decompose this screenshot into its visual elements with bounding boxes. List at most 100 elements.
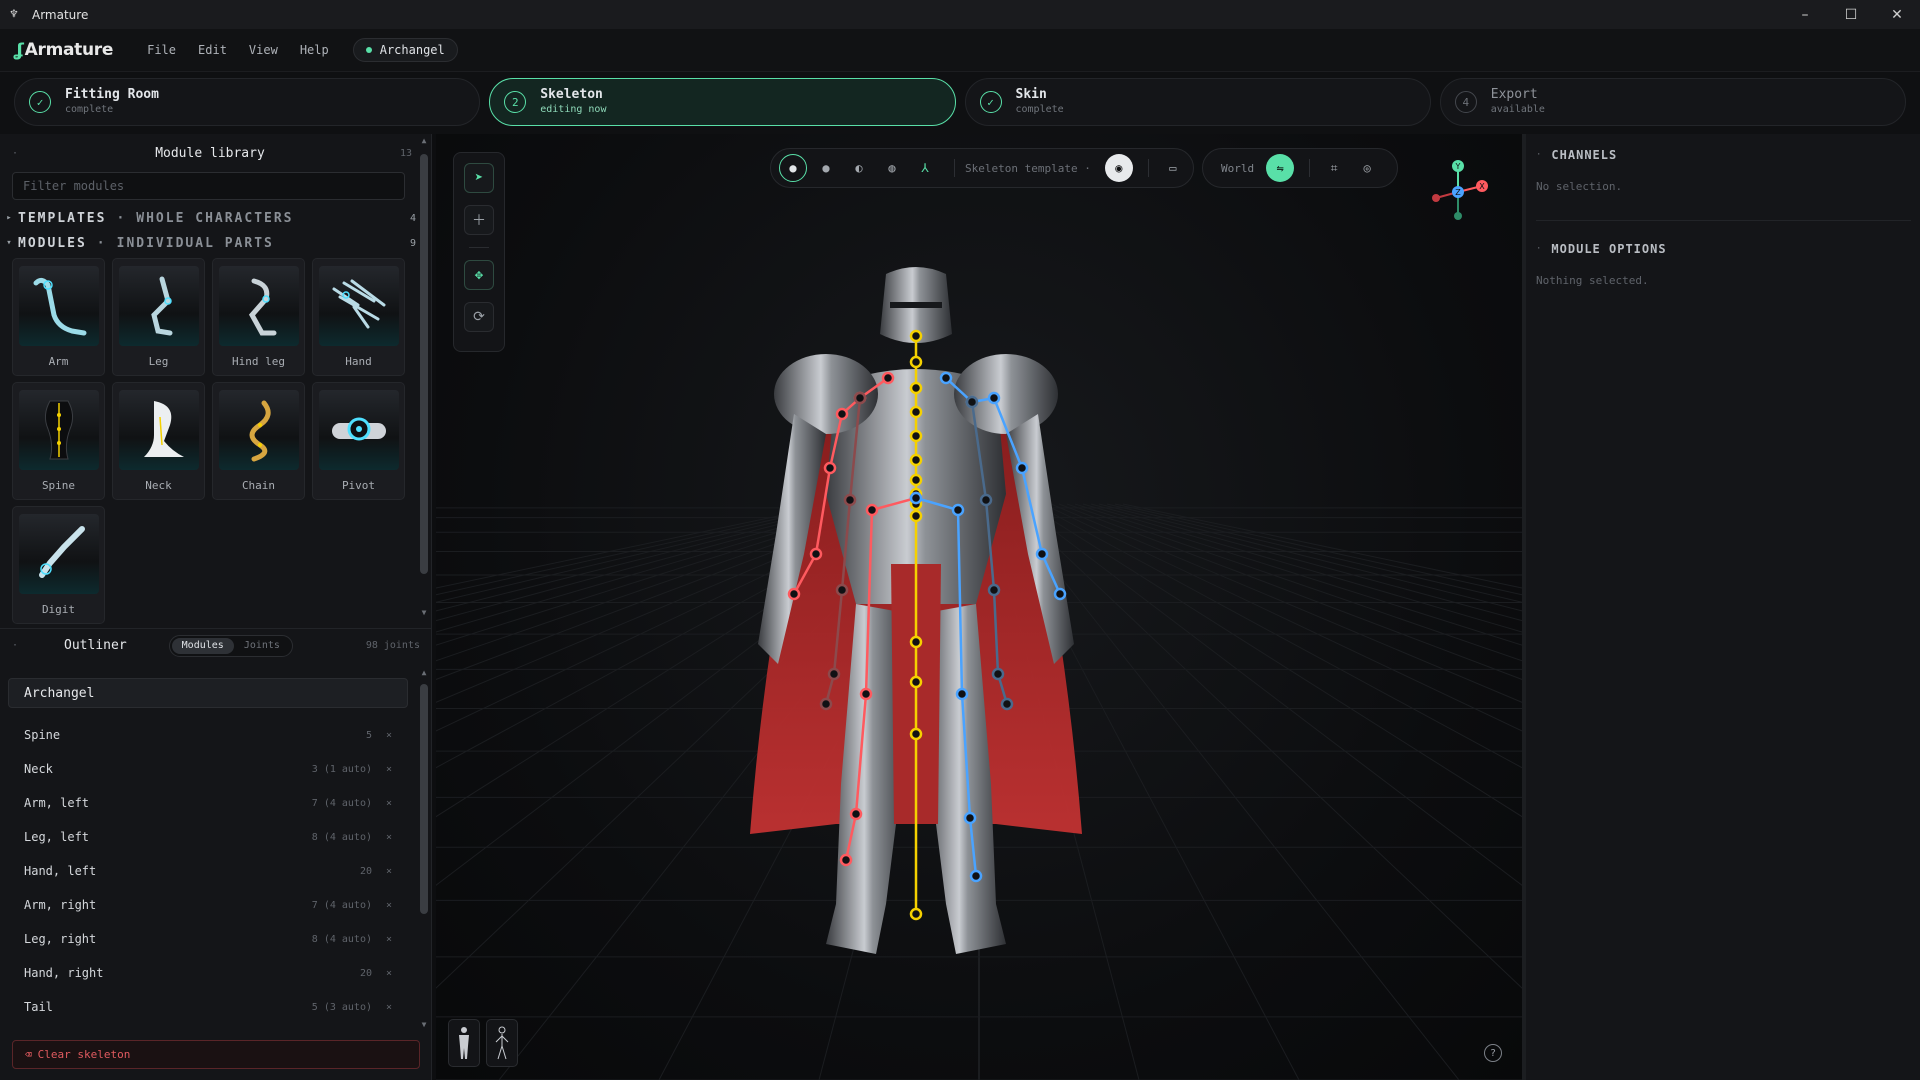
channels-header[interactable]: · CHANNELS: [1536, 148, 1911, 162]
module-tile-chain[interactable]: Chain: [212, 382, 305, 500]
module-tile-leg[interactable]: Leg: [112, 258, 205, 376]
pose-t-icon[interactable]: [448, 1019, 480, 1067]
module-tile-pivot[interactable]: Pivot: [312, 382, 405, 500]
joint-handle[interactable]: [835, 407, 849, 421]
module-tile-neck[interactable]: Neck: [112, 382, 205, 500]
wireframe-mode-icon[interactable]: ◍: [878, 154, 906, 182]
solid-mode-icon[interactable]: ●: [812, 154, 840, 182]
visibility-eye-icon[interactable]: ◉: [1104, 154, 1133, 182]
joint-handle[interactable]: [823, 461, 837, 475]
remove-icon[interactable]: ×: [386, 934, 392, 945]
joint-handle[interactable]: [1015, 461, 1029, 475]
outliner-row[interactable]: Spine 5 ×: [8, 718, 408, 752]
joint-handle[interactable]: [909, 329, 923, 343]
snap-point-icon[interactable]: ◎: [1353, 154, 1381, 182]
joint-handle[interactable]: [955, 687, 969, 701]
outliner-row[interactable]: Hand, left 20 ×: [8, 854, 408, 888]
clear-skeleton-button[interactable]: ⌫ Clear skeleton: [12, 1040, 420, 1069]
project-chip[interactable]: Archangel: [352, 38, 458, 62]
mirror-toggle-icon[interactable]: ⇋: [1266, 154, 1295, 182]
module-tile-digit[interactable]: Digit: [12, 506, 105, 624]
joint-handle[interactable]: [1035, 547, 1049, 561]
joint-handle[interactable]: [909, 491, 923, 505]
outliner-scrollbar[interactable]: ▲ ▼: [420, 668, 428, 1030]
joint-handle[interactable]: [909, 429, 923, 443]
joint-handle[interactable]: [991, 667, 1005, 681]
tab-joints[interactable]: Joints: [234, 638, 290, 654]
pose-a-icon[interactable]: [486, 1019, 518, 1067]
joint-handle[interactable]: [909, 453, 923, 467]
joint-handle[interactable]: [827, 667, 841, 681]
gizmo-neg-y[interactable]: [1454, 212, 1462, 220]
joint-handle[interactable]: [979, 493, 993, 507]
joint-handle[interactable]: [849, 807, 863, 821]
remove-icon[interactable]: ×: [386, 730, 392, 741]
joint-handle[interactable]: [909, 675, 923, 689]
joint-handle[interactable]: [969, 869, 983, 883]
character-rig[interactable]: [676, 264, 1156, 1004]
step-fitting-room[interactable]: ✓ Fitting Room complete: [14, 78, 481, 126]
joint-handle[interactable]: [909, 355, 923, 369]
joint-handle[interactable]: [881, 371, 895, 385]
remove-icon[interactable]: ×: [386, 832, 392, 843]
outliner-row[interactable]: Hand, right 20 ×: [8, 956, 408, 990]
scrollbar-thumb[interactable]: [420, 154, 428, 574]
shaded-mode-icon[interactable]: ●: [779, 154, 807, 182]
joint-handle[interactable]: [987, 583, 1001, 597]
scroll-down-icon[interactable]: ▼: [420, 608, 428, 617]
joint-handle[interactable]: [839, 853, 853, 867]
snap-grid-icon[interactable]: ⌗: [1320, 154, 1348, 182]
library-scrollbar[interactable]: ▲ ▼: [420, 136, 428, 618]
joint-handle[interactable]: [939, 371, 953, 385]
joint-handle[interactable]: [909, 635, 923, 649]
bones-mode-icon[interactable]: ⅄: [911, 154, 939, 182]
joint-handle[interactable]: [843, 493, 857, 507]
menu-view[interactable]: View: [249, 43, 278, 57]
joint-handle[interactable]: [963, 811, 977, 825]
joint-handle[interactable]: [987, 391, 1001, 405]
menu-help[interactable]: Help: [300, 43, 329, 57]
rotate-tool-icon[interactable]: ⟳: [464, 302, 494, 332]
joint-handle[interactable]: [951, 503, 965, 517]
camera-icon[interactable]: ▭: [1159, 154, 1187, 182]
menu-edit[interactable]: Edit: [198, 43, 227, 57]
module-options-header[interactable]: · MODULE OPTIONS: [1536, 242, 1911, 256]
collapse-icon[interactable]: ·: [12, 640, 18, 651]
filter-modules-input[interactable]: [12, 172, 405, 200]
remove-icon[interactable]: ×: [386, 798, 392, 809]
module-tile-hind-leg[interactable]: Hind leg: [212, 258, 305, 376]
outliner-row[interactable]: Neck 3 (1 auto) ×: [8, 752, 408, 786]
joint-handle[interactable]: [909, 907, 923, 921]
joint-handle[interactable]: [835, 583, 849, 597]
joint-handle[interactable]: [909, 405, 923, 419]
close-button[interactable]: ✕: [1874, 0, 1920, 29]
joint-handle[interactable]: [909, 381, 923, 395]
joint-handle[interactable]: [809, 547, 823, 561]
outliner-row[interactable]: Arm, left 7 (4 auto) ×: [8, 786, 408, 820]
add-joint-icon[interactable]: ＋: [464, 205, 494, 235]
joint-handle[interactable]: [787, 587, 801, 601]
outliner-root[interactable]: Archangel: [8, 678, 408, 708]
step-skeleton[interactable]: 2 Skeleton editing now: [489, 78, 956, 126]
module-tile-hand[interactable]: Hand: [312, 258, 405, 376]
gizmo-neg-x[interactable]: [1432, 194, 1440, 202]
remove-icon[interactable]: ×: [386, 764, 392, 775]
joint-handle[interactable]: [1053, 587, 1067, 601]
module-tile-arm[interactable]: Arm: [12, 258, 105, 376]
joint-handle[interactable]: [965, 395, 979, 409]
scroll-down-icon[interactable]: ▼: [420, 1020, 428, 1029]
coordinate-space-label[interactable]: World: [1221, 162, 1254, 175]
tab-modules[interactable]: Modules: [171, 637, 234, 654]
move-tool-icon[interactable]: ✥: [464, 260, 494, 290]
remove-icon[interactable]: ×: [386, 900, 392, 911]
joint-handle[interactable]: [1000, 697, 1014, 711]
joint-handle[interactable]: [853, 391, 867, 405]
outliner-row[interactable]: Arm, right 7 (4 auto) ×: [8, 888, 408, 922]
module-tile-spine[interactable]: Spine: [12, 382, 105, 500]
scroll-up-icon[interactable]: ▲: [420, 136, 428, 145]
joint-handle[interactable]: [909, 727, 923, 741]
remove-icon[interactable]: ×: [386, 1002, 392, 1013]
menu-file[interactable]: File: [147, 43, 176, 57]
maximize-button[interactable]: ☐: [1828, 0, 1874, 29]
step-export[interactable]: 4 Export available: [1439, 78, 1906, 126]
